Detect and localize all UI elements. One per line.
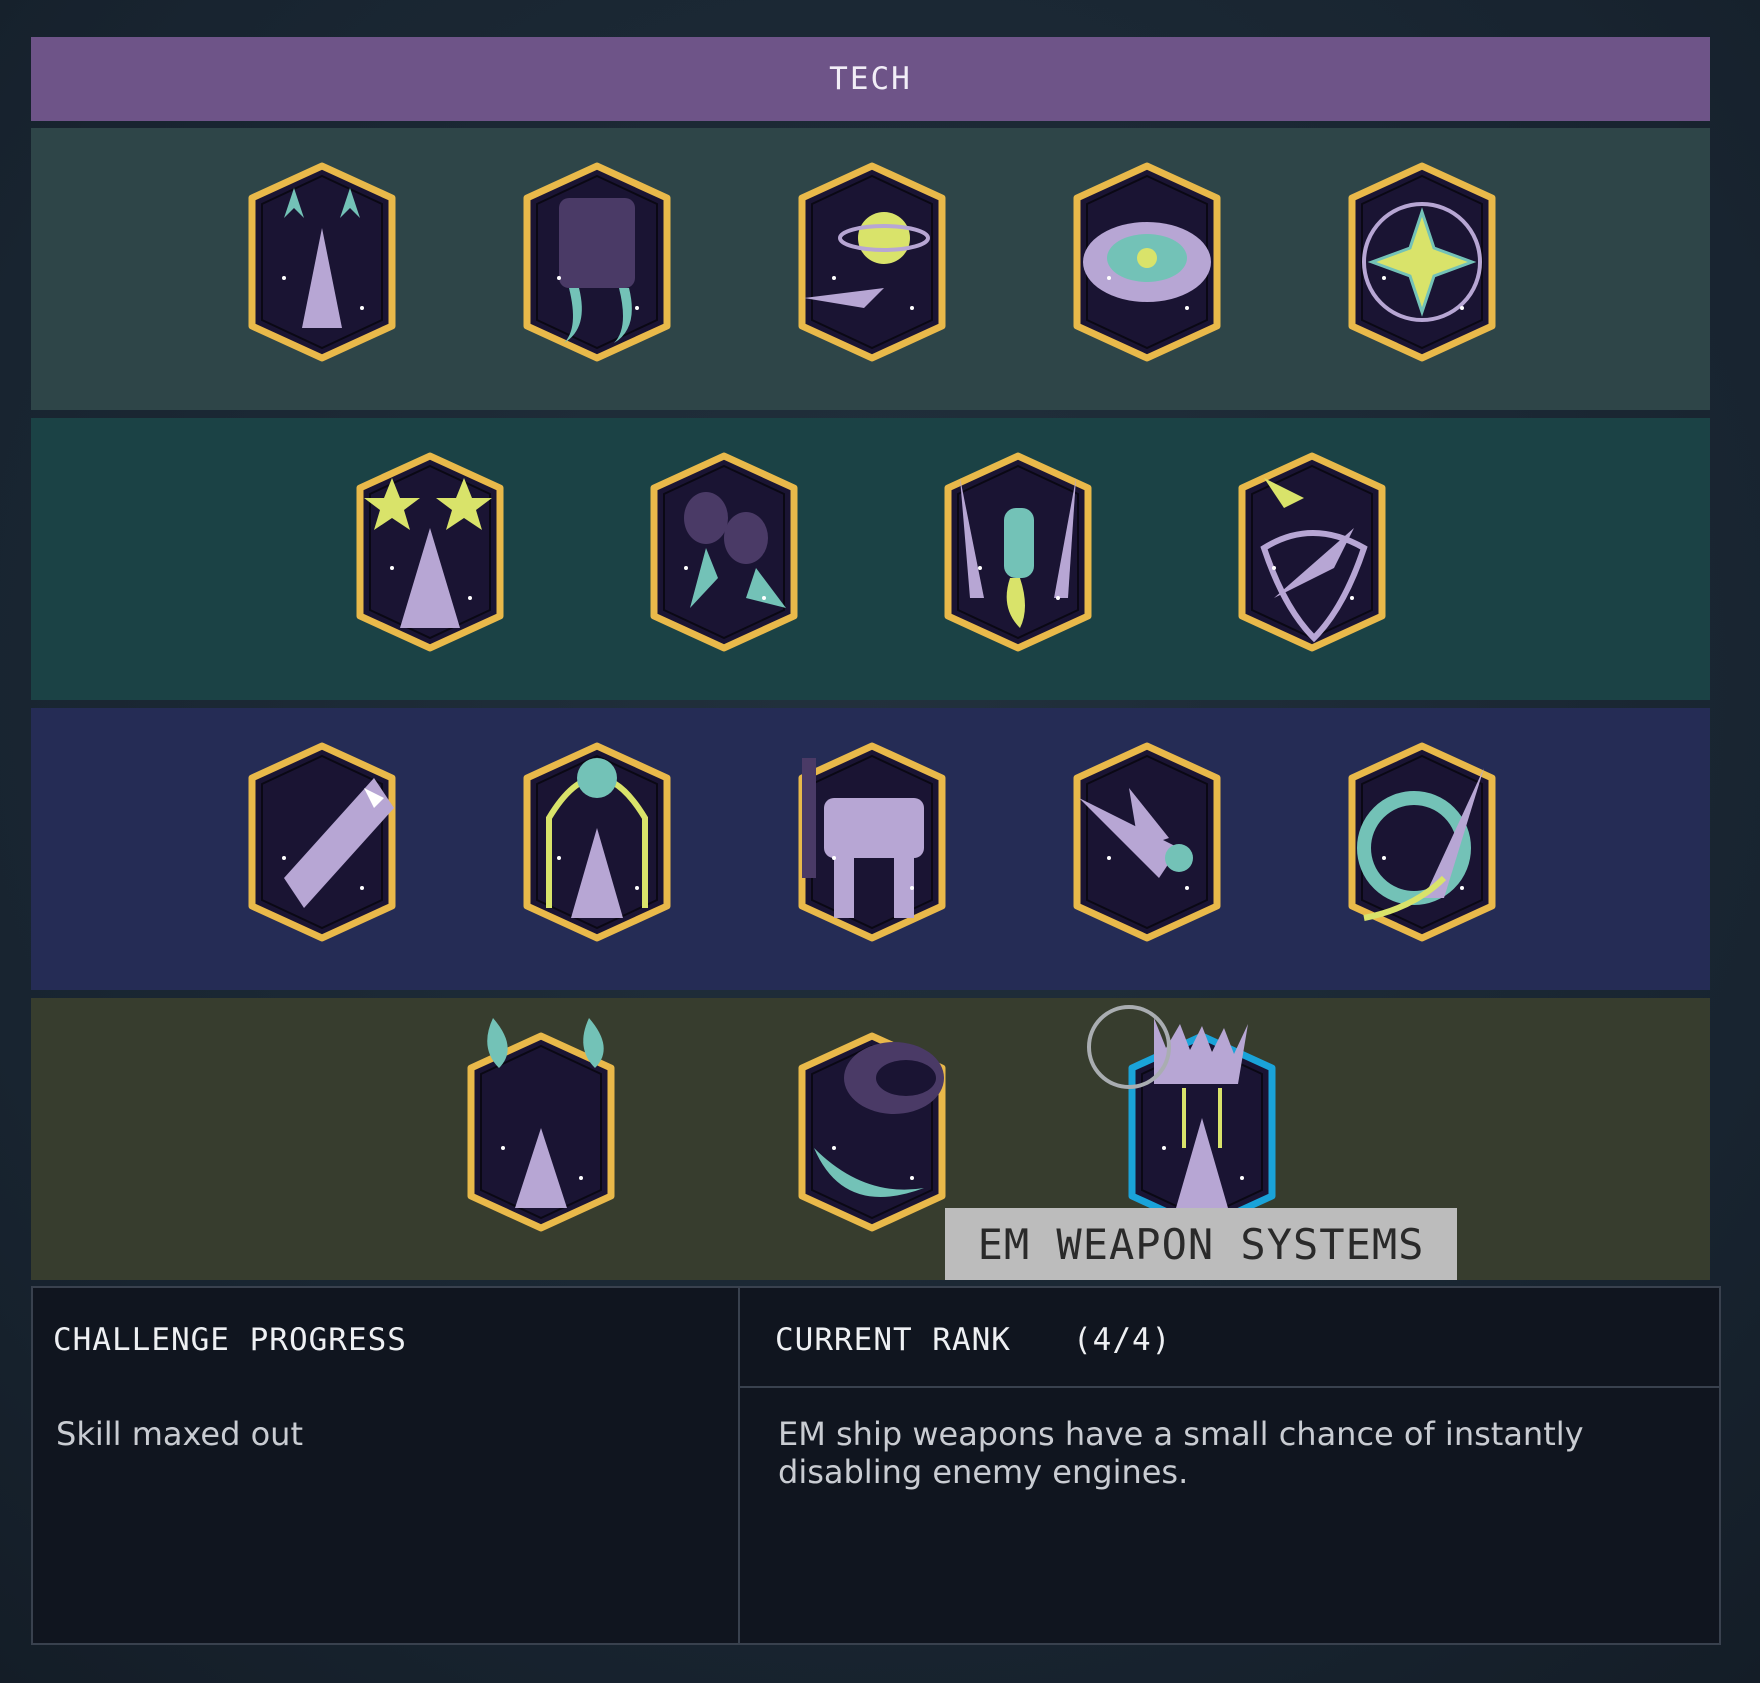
astronaut-helmet-icon[interactable] xyxy=(794,1028,950,1236)
energy-arc-ship-icon[interactable] xyxy=(519,738,675,946)
category-header: TECH xyxy=(31,37,1710,121)
booster-engine-icon[interactable] xyxy=(519,158,675,366)
thruster-pods-icon[interactable] xyxy=(646,448,802,656)
skill-description: EM ship weapons have a small chance of i… xyxy=(778,1415,1584,1491)
flame-jets-ship-icon[interactable] xyxy=(463,1018,619,1236)
explosion-reticle-icon[interactable] xyxy=(1344,158,1500,366)
comet-shield-ship-icon[interactable] xyxy=(1234,448,1390,656)
panel-separator xyxy=(740,1386,1721,1388)
missile-volley-icon[interactable] xyxy=(244,158,400,366)
category-title: TECH xyxy=(829,61,912,97)
satellite-launch-icon[interactable] xyxy=(940,448,1096,656)
challenge-progress-title: CHALLENGE PROGRESS xyxy=(53,1322,407,1358)
challenge-progress-text: Skill maxed out xyxy=(56,1415,303,1453)
skill-tooltip: EM WEAPON SYSTEMS xyxy=(945,1208,1457,1280)
gear-shuttle-icon[interactable] xyxy=(1344,738,1500,946)
cursor-ring xyxy=(1087,1005,1171,1089)
skill-tier-2 xyxy=(31,418,1710,700)
shark-ship-icon[interactable] xyxy=(244,738,400,946)
current-rank-title: CURRENT RANK xyxy=(775,1322,1011,1358)
gatling-ship-icon[interactable] xyxy=(1069,738,1225,946)
twin-starburst-ship-icon[interactable] xyxy=(352,448,508,656)
targeting-lock-icon[interactable] xyxy=(1069,158,1225,366)
orbiting-shuttle-icon[interactable] xyxy=(794,158,950,366)
tooltip-label: EM WEAPON SYSTEMS xyxy=(977,1219,1425,1269)
panel-divider xyxy=(738,1286,740,1645)
mech-walker-icon[interactable] xyxy=(794,738,950,946)
current-rank-value: (4/4) xyxy=(1073,1322,1172,1358)
